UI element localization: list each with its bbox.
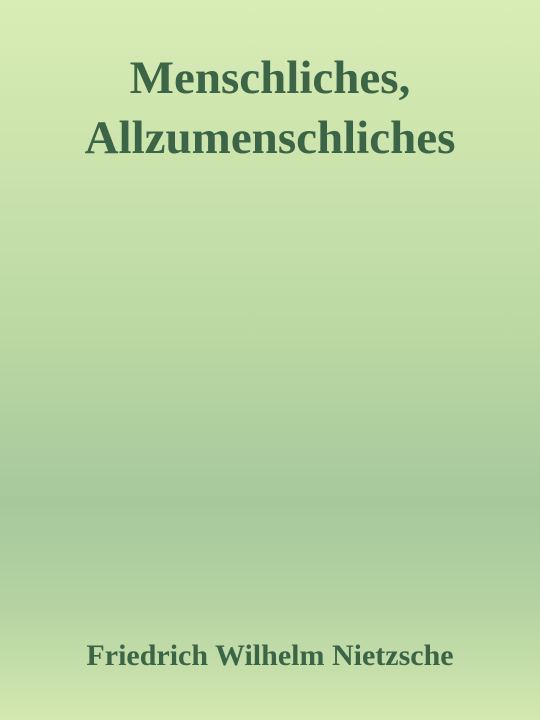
book-cover: Menschliches, Allzumenschliches Friedric…: [0, 0, 540, 720]
book-title-line-2: Allzumenschliches: [84, 112, 456, 164]
book-title-line-1: Menschliches,: [129, 52, 411, 104]
book-title: Menschliches, Allzumenschliches: [0, 48, 540, 168]
book-author: Friedrich Wilhelm Nietzsche: [86, 639, 454, 672]
